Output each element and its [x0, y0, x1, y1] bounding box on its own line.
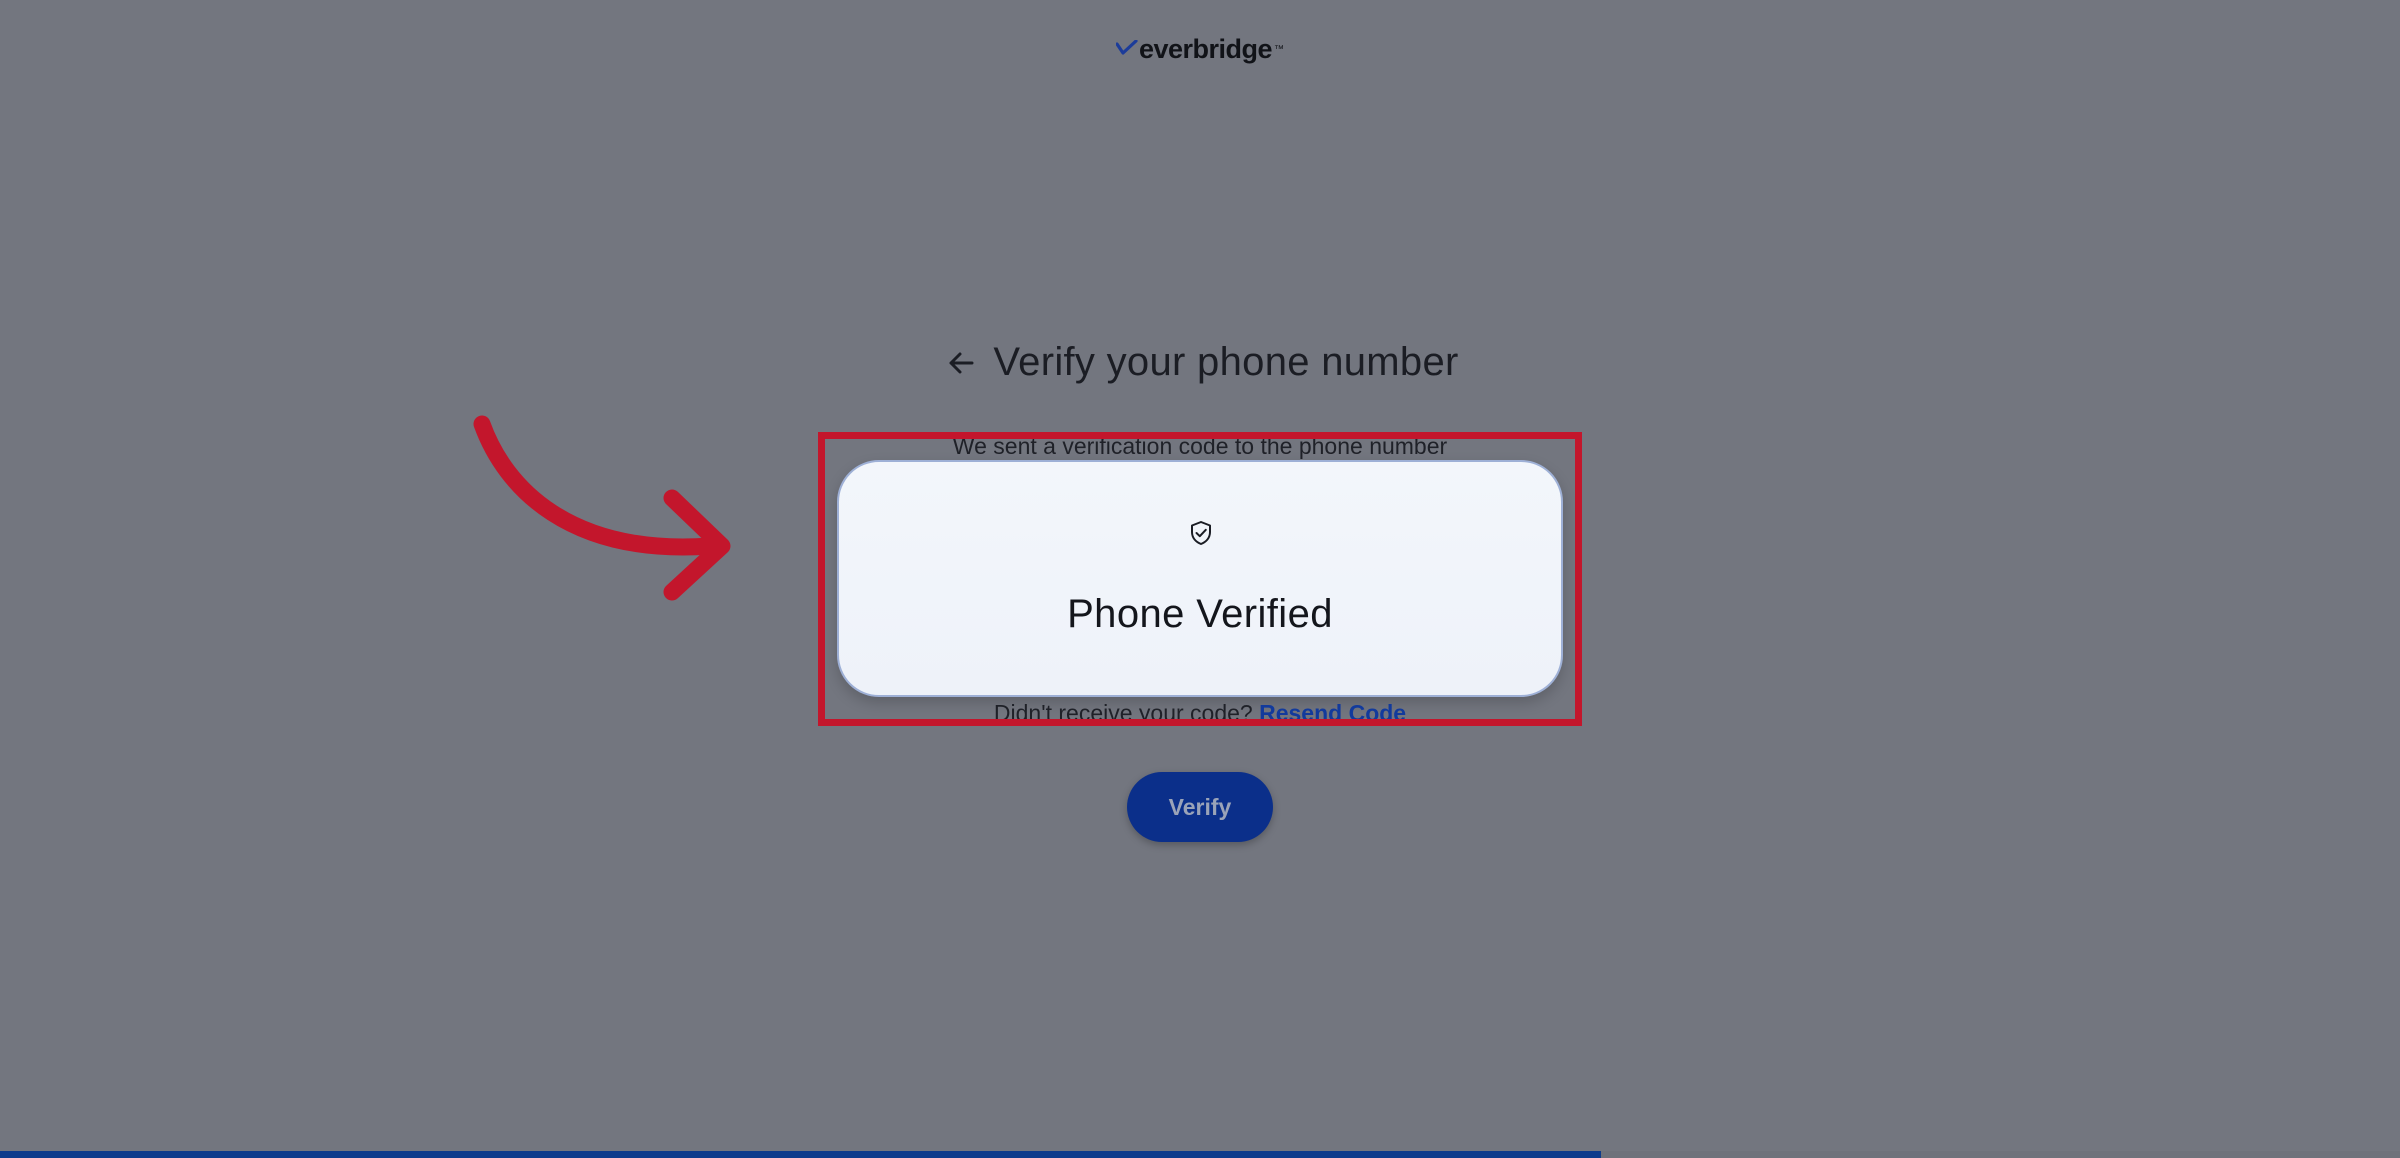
page-heading: Verify your phone number: [0, 340, 2400, 385]
highlight-box: [818, 432, 1582, 726]
logo-text: everbridge: [1138, 34, 1273, 64]
page-title: Verify your phone number: [993, 340, 1459, 384]
verify-button[interactable]: Verify: [1127, 772, 1273, 842]
checkmark-logo-icon: [1115, 39, 1138, 55]
progress-bar: [0, 1151, 2400, 1158]
brand-logo: everbridge ™: [0, 34, 2400, 65]
progress-bar-fill: [0, 1151, 1601, 1158]
back-button[interactable]: [941, 343, 981, 383]
arrow-left-icon: [949, 352, 974, 373]
logo-trademark: ™: [1274, 44, 1285, 55]
annotation-arrow-icon: [473, 415, 731, 601]
